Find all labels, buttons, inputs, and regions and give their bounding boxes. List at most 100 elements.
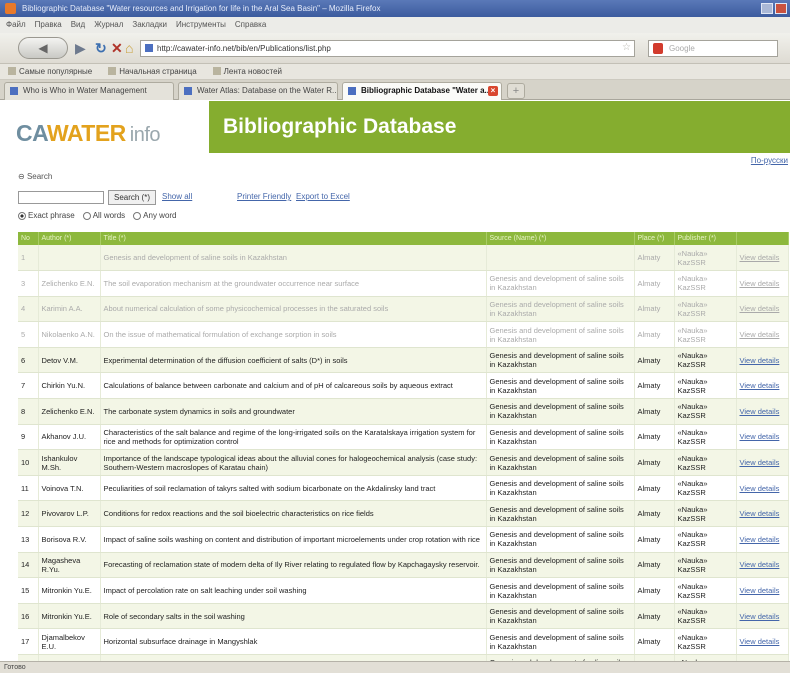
cell-place: Almaty [634,500,675,528]
cell-no: 1 [18,245,39,272]
show-all-link[interactable]: Show all [162,192,192,201]
cell-title: Horizontal subsurface drainage in Mangys… [100,628,487,655]
view-details-link[interactable]: View details [736,449,789,476]
cell-source: Genesis and development of saline soils … [486,577,635,604]
stop-icon[interactable]: ✕ [111,40,123,56]
forward-icon[interactable]: ▶ [75,40,86,56]
bookmark-start-page[interactable]: Начальная страница [108,64,196,79]
radio-all-words[interactable]: All words [82,211,125,220]
tab-bibliographic-database[interactable]: Bibliographic Database "Water a... × [342,82,502,100]
web-search-input[interactable]: Google [648,40,778,57]
column-header-place[interactable]: Place (*) [634,232,675,245]
view-details-link[interactable]: View details [736,526,789,553]
view-details-link[interactable]: View details [736,424,789,451]
view-details-link[interactable]: View details [736,270,789,297]
view-details-link[interactable]: View details [736,577,789,604]
cell-author: Detov V.M. [38,347,101,374]
cell-publisher: «Nauka» KazSSR [674,424,737,451]
table-row: 15 Mitronkin Yu.E. Impact of percolation r… [18,577,789,604]
tab-who-is-who[interactable]: Who is Who in Water Management [4,82,174,100]
view-details-link[interactable]: View details [736,628,789,655]
column-header-author[interactable]: Author (*) [38,232,101,245]
cell-author: Mitronkin Yu.E. [38,577,101,604]
search-input[interactable] [18,191,104,204]
view-details-link[interactable]: View details [736,552,789,579]
bookmark-most-visited[interactable]: Самые популярные [8,64,92,79]
cell-publisher: «Nauka» KazSSR [674,449,737,476]
cell-title: Impact of percolation rate on salt leach… [100,577,487,604]
cell-place: Almaty [634,347,675,374]
cell-author: Pivovarov L.P. [38,500,101,528]
reload-icon[interactable]: ↻ [95,40,107,56]
google-icon [653,43,663,54]
search-toggle[interactable]: ⊖ Search [18,172,52,181]
view-details-link[interactable]: View details [736,321,789,348]
page-title: Bibliographic Database [223,115,457,138]
home-icon[interactable]: ⌂ [125,40,133,56]
cell-author [38,245,101,272]
radio-icon [133,211,142,220]
cell-place: Almaty [634,245,675,272]
cell-author: Voinova T.N. [38,475,101,502]
cell-source: Genesis and development of saline soils … [486,500,635,528]
column-header-publisher[interactable]: Publisher (*) [674,232,737,245]
cell-place: Almaty [634,449,675,476]
export-excel-link[interactable]: Export to Excel [296,192,350,201]
view-details-link[interactable]: View details [736,372,789,400]
column-header-no[interactable]: No [18,232,39,245]
cell-source: Genesis and development of saline soils … [486,398,635,425]
menu-edit[interactable]: Правка [35,17,62,33]
table-row: 8 Zelichenko E.N. The carbonate system dyn… [18,398,789,425]
tab-water-atlas[interactable]: Water Atlas: Database on the Water R... [178,82,338,100]
printer-friendly-link[interactable]: Printer Friendly [237,192,291,201]
cell-title: Characteristics of the salt balance and … [100,424,487,451]
view-details-link[interactable]: View details [736,475,789,502]
menu-history[interactable]: Журнал [94,17,123,33]
table-row: 12 Pivovarov L.P. Conditions for redox rea… [18,500,789,528]
search-button[interactable]: Search (*) [108,190,156,205]
menu-bookmarks[interactable]: Закладки [132,17,167,33]
table-row: 11 Voinova T.N. Peculiarities of soil recl… [18,475,789,502]
cell-publisher: «Nauka» KazSSR [674,500,737,528]
radio-exact-phrase[interactable]: Exact phrase [18,211,75,220]
view-details-link[interactable]: View details [736,347,789,374]
menu-view[interactable]: Вид [71,17,85,33]
close-tab-icon[interactable]: × [488,86,498,96]
cawater-logo[interactable]: CAWATER info [16,119,161,149]
view-details-link[interactable]: View details [736,603,789,630]
minimize-button[interactable] [761,3,773,14]
view-details-link[interactable]: View details [736,245,789,272]
back-button[interactable]: ◀ [18,37,68,59]
menu-tools[interactable]: Инструменты [176,17,226,33]
cell-publisher: «Nauka» KazSSR [674,321,737,348]
cell-publisher: «Nauka» KazSSR [674,603,737,630]
bookmark-news-feed[interactable]: Лента новостей [213,64,282,79]
view-details-link[interactable]: View details [736,398,789,425]
cell-title: Conditions for redox reactions and the s… [100,500,487,528]
menu-file[interactable]: Файл [6,17,26,33]
cell-no: 16 [18,603,39,630]
language-link[interactable]: По-русски [751,156,788,165]
column-header-title[interactable]: Title (*) [100,232,487,245]
radio-icon [82,211,91,220]
cell-source: Genesis and development of saline soils … [486,270,635,297]
url-bar[interactable]: http://cawater-info.net/bib/en/Publicati… [140,40,635,57]
cell-author: Nikolaenko A.N. [38,321,101,348]
view-details-link[interactable]: View details [736,500,789,528]
close-window-button[interactable] [775,3,787,14]
table-row: 13 Borisova R.V. Impact of saline soils wa… [18,526,789,553]
radio-label: Any word [143,211,177,220]
cell-publisher: «Nauka» KazSSR [674,372,737,400]
cell-author: Mitronkin Yu.E. [38,603,101,630]
cell-place: Almaty [634,398,675,425]
new-tab-button[interactable]: + [507,83,525,99]
radio-any-word[interactable]: Any word [133,211,177,220]
cell-publisher: «Nauka» KazSSR [674,270,737,297]
bookmark-star-icon[interactable]: ☆ [622,41,631,55]
column-header-source[interactable]: Source (Name) (*) [486,232,635,245]
cell-publisher: «Nauka» KazSSR [674,347,737,374]
cell-source: Genesis and development of saline soils … [486,475,635,502]
logo-ca: CA [16,120,47,146]
view-details-link[interactable]: View details [736,296,789,323]
menu-help[interactable]: Справка [235,17,266,33]
